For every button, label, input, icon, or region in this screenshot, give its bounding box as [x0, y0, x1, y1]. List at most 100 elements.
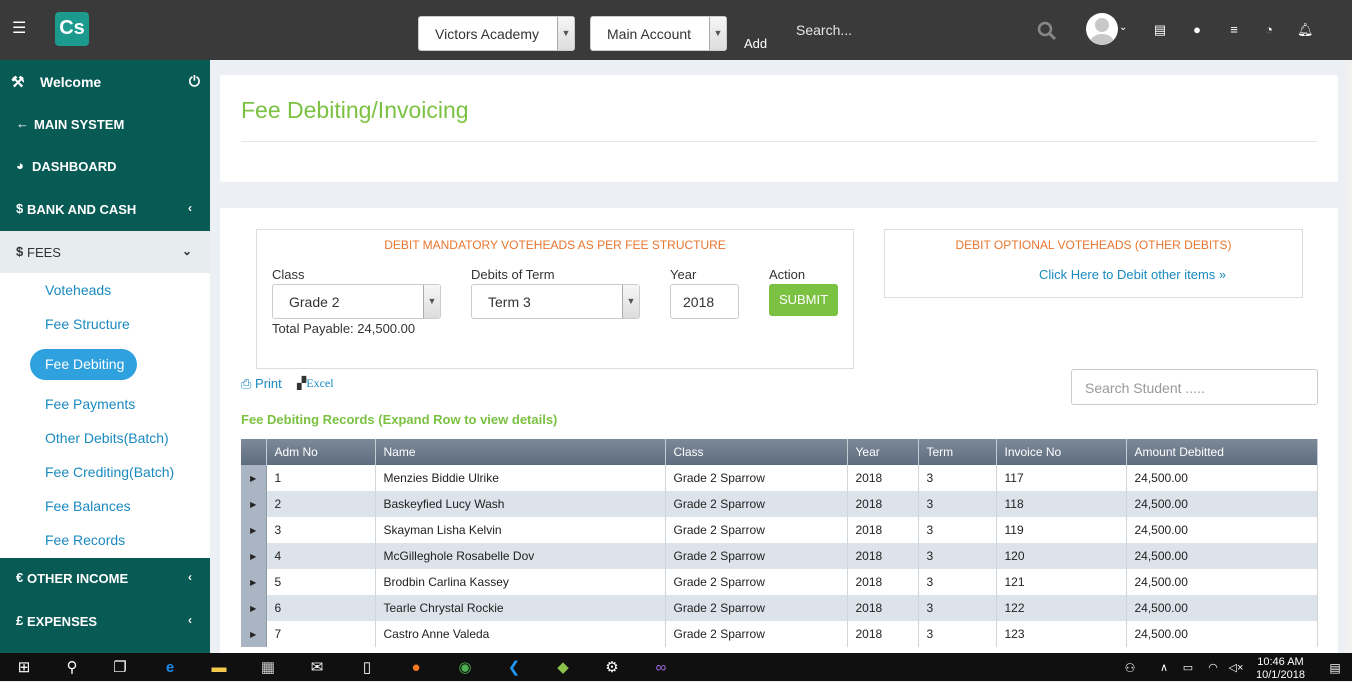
sidebar-item-fee-records[interactable]: Fee Records	[45, 532, 125, 548]
settings-icon[interactable]: ⚙	[602, 658, 622, 678]
search-student-input[interactable]: Search Student .....	[1071, 369, 1318, 405]
firefox-icon[interactable]: ●	[406, 658, 426, 678]
sidebar-item-bank-and-cash[interactable]: $ BANK AND CASH ‹	[0, 188, 210, 230]
adm-no-cell: 5	[266, 569, 376, 595]
page-title: Fee Debiting/Invoicing	[241, 97, 469, 123]
chevron-down-icon[interactable]: ⌄	[1119, 22, 1127, 33]
year-input[interactable]: 2018	[670, 284, 739, 319]
top-search-input[interactable]: Search...	[796, 22, 852, 38]
windows-taskbar: ⊞ ⚲ ❐ e ▬ ▦ ✉ ▯ ● ◉ ❮ ◆ ⚙ ∞ ⚇ ∧ ▭ ◠ ◁× 1…	[0, 653, 1352, 681]
sidebar-item-dashboard[interactable]: ◕ DASHBOARD	[0, 145, 210, 187]
chat-icon[interactable]: ●	[1189, 22, 1205, 38]
chrome-icon[interactable]: ◉	[455, 658, 475, 678]
excel-button[interactable]: ▞Excel	[297, 376, 334, 391]
column-header-class[interactable]: Class	[665, 439, 848, 465]
expand-row-icon[interactable]: ▶	[241, 543, 267, 569]
fee-debiting-table: Adm No Name Class Year Term Invoice No A…	[241, 439, 1318, 647]
year-cell: 2018	[847, 465, 919, 491]
term-cell: 3	[918, 465, 997, 491]
adm-no-cell: 2	[266, 491, 376, 517]
edge-icon[interactable]: e	[160, 658, 180, 678]
windows-start-icon[interactable]: ⊞	[14, 658, 34, 678]
sidebar-item-fee-structure[interactable]: Fee Structure	[45, 316, 130, 332]
term-label: Debits of Term	[471, 267, 555, 282]
task-view-icon[interactable]: ❐	[110, 658, 130, 678]
adm-no-cell: 6	[266, 595, 376, 621]
submit-button[interactable]: SUBMIT	[769, 284, 838, 316]
search-icon[interactable]	[1037, 21, 1057, 41]
avatar[interactable]	[1086, 13, 1118, 45]
table-row[interactable]: ▶ 7 Castro Anne Valeda Grade 2 Sparrow 2018 3…	[241, 621, 1318, 647]
sidebar-item-main-system[interactable]: ← MAIN SYSTEM	[0, 103, 210, 145]
column-header-invoice-no[interactable]: Invoice No	[996, 439, 1127, 465]
print-button[interactable]: ⎙ Print	[241, 376, 282, 392]
table-row[interactable]: ▶ 6 Tearle Chrystal Rockie Grade 2 Sparrow 2…	[241, 595, 1318, 621]
school-select[interactable]: Victors Academy ▼	[418, 16, 575, 51]
document-icon[interactable]: ▯	[357, 658, 377, 678]
sidebar-item-fee-crediting[interactable]: Fee Crediting(Batch)	[45, 464, 174, 480]
table-row[interactable]: ▶ 2 Baskeyfied Lucy Wash Grade 2 Sparrow 201…	[241, 491, 1318, 517]
debit-other-items-link[interactable]: Click Here to Debit other items »	[1039, 267, 1226, 282]
column-header-adm-no[interactable]: Adm No	[266, 439, 376, 465]
battery-icon[interactable]: ▭	[1178, 658, 1198, 678]
sidebar-item-other-income[interactable]: € OTHER INCOME ‹	[0, 557, 210, 599]
term-cell: 3	[918, 543, 997, 569]
volume-muted-icon[interactable]: ◁×	[1226, 658, 1246, 678]
column-header-year[interactable]: Year	[847, 439, 919, 465]
table-row[interactable]: ▶ 3 Skayman Lisha Kelvin Grade 2 Sparrow 201…	[241, 517, 1318, 543]
sidebar-item-expenses[interactable]: £ EXPENSES ‹	[0, 600, 210, 642]
optional-voteheads-box: DEBIT OPTIONAL VOTEHEADS (OTHER DEBITS) …	[884, 229, 1303, 298]
column-header-term[interactable]: Term	[918, 439, 997, 465]
sidebar-item-other-debits[interactable]: Other Debits(Batch)	[45, 430, 169, 446]
total-payable: Total Payable: 24,500.00	[272, 321, 416, 336]
store-icon[interactable]: ▦	[258, 658, 278, 678]
list-icon[interactable]: ≡	[1226, 22, 1242, 38]
account-select[interactable]: Main Account ▼	[590, 16, 727, 51]
clock-icon[interactable]: ◔	[1261, 22, 1277, 38]
term-select[interactable]: Term 3 ▼	[471, 284, 640, 319]
wifi-icon[interactable]: ◠	[1203, 658, 1223, 678]
chevron-up-icon[interactable]: ∧	[1154, 658, 1174, 678]
table-row[interactable]: ▶ 5 Brodbin Carlina Kassey Grade 2 Sparrow 2…	[241, 569, 1318, 595]
mail-icon[interactable]: ✉	[307, 658, 327, 678]
table-row[interactable]: ▶ 1 Menzies Biddie Ulrike Grade 2 Sparrow 20…	[241, 465, 1318, 491]
sidebar-item-fee-balances[interactable]: Fee Balances	[45, 498, 131, 514]
expand-row-icon[interactable]: ▶	[241, 569, 267, 595]
expand-row-icon[interactable]: ▶	[241, 491, 267, 517]
page-scrollbar[interactable]	[1346, 60, 1352, 653]
column-header-amount[interactable]: Amount Debitted	[1126, 439, 1318, 465]
sidebar-item-fees[interactable]: $ FEES ⌄	[0, 231, 210, 273]
hamburger-menu-icon[interactable]: ☰	[12, 21, 26, 37]
invoice-no-cell: 120	[996, 543, 1127, 569]
app-logo[interactable]: Cs	[55, 12, 89, 46]
taskbar-clock[interactable]: 10:46 AM 10/1/2018	[1256, 656, 1305, 682]
expand-row-icon[interactable]: ▶	[241, 465, 267, 491]
class-cell: Grade 2 Sparrow	[665, 465, 848, 491]
class-select[interactable]: Grade 2 ▼	[272, 284, 441, 319]
sidebar-item-fee-payments[interactable]: Fee Payments	[45, 396, 135, 412]
year-input-value: 2018	[683, 294, 715, 310]
search-icon[interactable]: ⚲	[62, 658, 82, 678]
expand-row-icon[interactable]: ▶	[241, 595, 267, 621]
column-header-name[interactable]: Name	[375, 439, 666, 465]
expand-row-icon[interactable]: ▶	[241, 517, 267, 543]
bell-icon[interactable]: 🔔︎	[1297, 22, 1314, 38]
table-row[interactable]: ▶ 4 McGilleghole Rosabelle Dov Grade 2 Spar…	[241, 543, 1318, 569]
sidebar-item-fee-debiting[interactable]: Fee Debiting	[30, 349, 137, 380]
android-studio-icon[interactable]: ◆	[553, 658, 573, 678]
vscode-icon[interactable]: ❮	[504, 658, 524, 678]
expand-row-icon[interactable]: ▶	[241, 621, 267, 647]
class-cell: Grade 2 Sparrow	[665, 517, 848, 543]
sidebar-item-label: Fee Debiting	[45, 356, 125, 372]
sidebar-item-label: EXPENSES	[27, 614, 98, 629]
id-card-icon[interactable]: ▤	[1152, 22, 1168, 38]
sidebar-item-voteheads[interactable]: Voteheads	[45, 282, 111, 298]
people-icon[interactable]: ⚇	[1120, 658, 1140, 678]
name-cell: Brodbin Carlina Kassey	[375, 569, 666, 595]
notifications-icon[interactable]: ▤	[1325, 658, 1345, 678]
visual-studio-icon[interactable]: ∞	[651, 658, 671, 678]
file-explorer-icon[interactable]: ▬	[209, 658, 229, 678]
add-link[interactable]: Add	[744, 36, 767, 51]
adm-no-cell: 4	[266, 543, 376, 569]
power-icon[interactable]: ⏻	[189, 73, 200, 90]
